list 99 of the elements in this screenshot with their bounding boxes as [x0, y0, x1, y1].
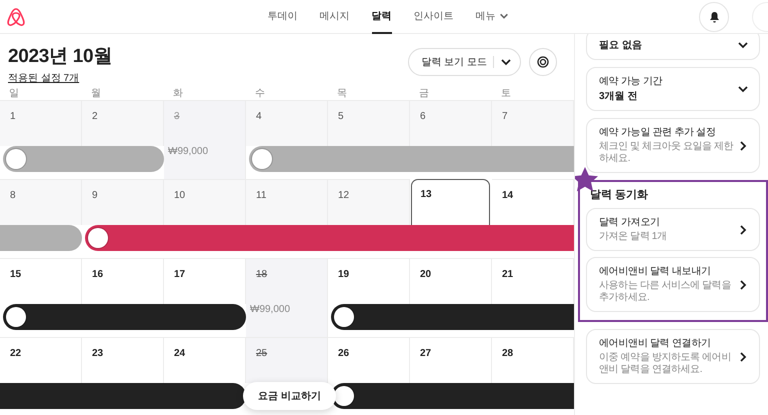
day-cell[interactable]: 7 — [492, 100, 574, 146]
setting-card[interactable]: 에어비앤비 달력 연결하기 이중 예약을 방지하도록 에어비앤비 달력을 연결하세요. — [586, 329, 760, 384]
weekday-label: 목 — [336, 88, 347, 100]
day-cell[interactable]: 14 — [492, 179, 574, 225]
settings-link[interactable]: 적용된 설정 7개 — [8, 73, 80, 85]
day-number: 6 — [419, 111, 427, 123]
day-cell[interactable]: 20 — [410, 258, 492, 304]
nav-tab[interactable]: 메시지 — [320, 0, 350, 34]
day-cell[interactable]: 13 — [411, 179, 490, 225]
day-cell[interactable]: 28 — [492, 337, 574, 383]
section-title: 달력 동기화 — [590, 188, 650, 202]
day-number: 20 — [419, 269, 432, 281]
day-cell[interactable]: 15 — [0, 258, 82, 304]
day-cell[interactable]: 25 — [246, 337, 328, 383]
reservation-bar[interactable] — [331, 383, 574, 409]
weekday-label: 월 — [90, 88, 101, 100]
day-number: 9 — [91, 190, 99, 202]
setting-card[interactable]: 달력 가져오기 가져온 달력 1개 — [586, 208, 760, 251]
day-cell[interactable]: 22 — [0, 337, 82, 383]
setting-card[interactable]: 필요 없음 — [586, 34, 760, 60]
day-number: 21 — [501, 269, 514, 281]
day-cell[interactable]: 5 — [328, 100, 410, 146]
day-cell[interactable]: 27 — [410, 337, 492, 383]
day-number: 2 — [91, 111, 99, 123]
day-cell[interactable]: 19 — [328, 258, 410, 304]
day-number: 4 — [255, 111, 263, 123]
day-number: 27 — [419, 348, 432, 360]
day-cell[interactable]: 9 — [82, 179, 164, 225]
day-number: 16 — [91, 269, 104, 281]
view-mode-button[interactable]: 달력 보기 모드 — [408, 48, 521, 76]
day-number: 25 — [255, 348, 268, 360]
day-cell[interactable]: 24 — [164, 337, 246, 383]
setting-value: 3개월 전 — [599, 90, 638, 103]
weekday-label: 일 — [8, 88, 19, 100]
setting-card[interactable]: 예약 가능 기간 3개월 전 — [586, 67, 760, 111]
day-cell[interactable]: 6 — [410, 100, 492, 146]
setting-title: 에어비앤비 달력 연결하기 — [599, 337, 711, 350]
day-cell[interactable]: 10 — [164, 179, 246, 225]
day-number: 13 — [420, 188, 433, 200]
day-cell[interactable]: 8 — [0, 179, 82, 225]
nav-tab[interactable]: 달력 — [372, 0, 392, 34]
nav-tab[interactable]: 인사이트 — [414, 0, 454, 34]
nightly-price: ₩99,000 — [168, 146, 208, 158]
setting-description: 사용하는 다른 서비스에 달력을 추가하세요. — [599, 280, 732, 304]
setting-card[interactable]: 에어비앤비 달력 내보내기 사용하는 다른 서비스에 달력을 추가하세요. — [586, 257, 760, 312]
day-number: 24 — [173, 348, 186, 360]
day-number: 3 — [173, 111, 181, 123]
day-cell[interactable]: 18 ₩99,000 — [246, 258, 328, 337]
weekday-label: 화 — [172, 88, 183, 100]
day-cell[interactable]: 11 — [246, 179, 328, 225]
day-number: 19 — [337, 269, 350, 281]
month-title: 2023년 10월 — [8, 46, 112, 68]
day-number: 11 — [255, 190, 268, 202]
day-number: 22 — [9, 348, 22, 360]
day-number: 10 — [173, 190, 186, 202]
day-number: 8 — [9, 190, 17, 202]
setting-title: 달력 가져오기 — [599, 216, 660, 229]
day-number: 1 — [9, 111, 17, 123]
day-cell[interactable]: 26 — [328, 337, 410, 383]
day-cell[interactable]: 1 — [0, 100, 82, 146]
bell-icon — [708, 11, 720, 23]
day-number: 18 — [255, 269, 268, 281]
weekday-label: 금 — [418, 88, 429, 100]
reservation-bar[interactable] — [331, 304, 574, 330]
weekday-label: 수 — [254, 88, 265, 100]
nav-tab[interactable]: 메뉴 — [476, 0, 508, 34]
setting-card[interactable]: 예약 가능일 관련 추가 설정 체크인 및 체크아웃 요일을 제한하세요. — [586, 118, 760, 173]
day-cell[interactable]: 2 — [82, 100, 164, 146]
day-number: 23 — [91, 348, 104, 360]
setting-title: 예약 가능일 관련 추가 설정 — [599, 126, 716, 139]
notifications-button[interactable] — [699, 2, 729, 32]
setting-description: 이중 예약을 방지하도록 에어비앤비 달력을 연결하세요. — [599, 352, 732, 376]
day-number: 28 — [501, 348, 514, 360]
day-cell[interactable]: 16 — [82, 258, 164, 304]
day-number: 12 — [337, 190, 350, 202]
day-cell[interactable]: 17 — [164, 258, 246, 304]
setting-title: 에어비앤비 달력 내보내기 — [599, 265, 711, 278]
day-cell[interactable]: 21 — [492, 258, 574, 304]
day-number: 26 — [337, 348, 350, 360]
nav-tab[interactable]: 투데이 — [268, 0, 298, 34]
day-number: 7 — [501, 111, 509, 123]
day-cell[interactable]: 23 — [82, 337, 164, 383]
day-cell[interactable]: 4 — [246, 100, 328, 146]
day-number: 17 — [173, 269, 186, 281]
day-number: 14 — [501, 190, 514, 202]
setting-value: 필요 없음 — [599, 39, 642, 52]
setting-description: 가져온 달력 1개 — [599, 231, 667, 243]
reservation-bar[interactable] — [3, 304, 246, 330]
weekday-label: 토 — [500, 88, 511, 100]
logo-icon[interactable] — [7, 7, 25, 27]
day-number: 5 — [337, 111, 345, 123]
setting-description: 체크인 및 체크아웃 요일을 제한하세요. — [599, 141, 734, 165]
day-cell[interactable]: 12 — [328, 179, 410, 225]
day-number: 15 — [9, 269, 22, 281]
nightly-price: ₩99,000 — [250, 304, 290, 316]
setting-title: 예약 가능 기간 — [599, 75, 662, 88]
compare-prices-button[interactable]: 요금 비교하기 — [243, 382, 336, 410]
target-button[interactable] — [529, 48, 557, 76]
target-icon — [537, 56, 549, 68]
